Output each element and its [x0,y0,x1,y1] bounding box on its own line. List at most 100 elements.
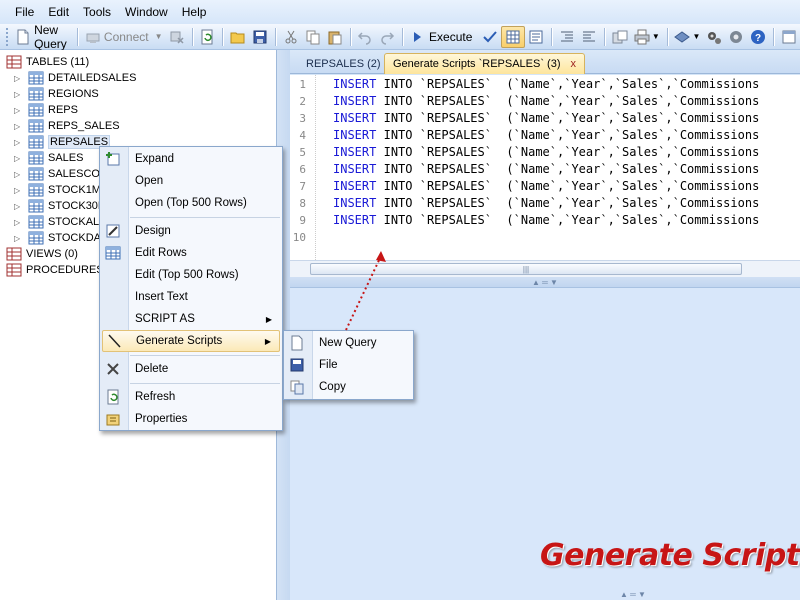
context-menu-item[interactable]: Edit (Top 500 Rows) [102,264,280,286]
context-menu-item[interactable]: Expand [102,148,280,170]
context-menu-item[interactable]: Delete [102,358,280,380]
indent-button[interactable] [556,26,578,48]
tree-node-table[interactable]: ▷ STOCKALL [14,214,105,230]
tree-node-table[interactable]: ▷ STOCK30M [14,198,107,214]
menu-item-label: Design [135,225,171,237]
menu-tools[interactable]: Tools [76,0,118,24]
context-menu-item[interactable]: Open (Top 500 Rows) [102,192,280,214]
options-button[interactable] [725,26,747,48]
refresh-toolbar-button[interactable] [196,26,218,48]
check-syntax-button[interactable] [479,26,501,48]
open-button[interactable] [227,26,249,48]
toolbar-separator [604,27,605,46]
toolbar-separator [773,27,775,46]
tree-node-table[interactable]: ▷ SALESCOU [14,166,108,182]
expand-arrow-icon[interactable]: ▷ [14,122,24,131]
menu-help[interactable]: Help [175,0,214,24]
tree-node-table[interactable]: ▷ REPS [14,102,78,118]
help-button[interactable]: ? [747,26,769,48]
tree-node-table[interactable]: ▷ DETAILEDSALES [14,70,136,86]
expand-arrow-icon[interactable]: ▷ [14,234,24,243]
tree-label-table: SALES [48,152,84,164]
tree-node-tables[interactable]: TABLES (11) [6,54,89,70]
tree-label-table: DETAILEDSALES [48,72,137,84]
bottom-splitter-grip[interactable]: ▲ ═ ▼ [620,590,646,599]
tree-node-table[interactable]: ▷ REPSALES [14,134,111,150]
expand-arrow-icon[interactable]: ▷ [14,106,24,115]
tree-node-table[interactable]: ▷ SALES [14,150,83,166]
schema-button[interactable]: ▼ [671,26,703,48]
print-dropdown-icon[interactable]: ▼ [652,32,660,41]
expand-arrow-icon[interactable]: ▷ [14,202,24,211]
editor-results-splitter[interactable]: ▲ ═ ▼ [290,277,800,287]
expand-arrow-icon[interactable]: ▷ [14,186,24,195]
tree-node-table[interactable]: ▷ STOCKDAT [14,230,107,246]
print-button[interactable]: ▼ [631,26,663,48]
menu-item-label: Open (Top 500 Rows) [135,197,247,209]
tab-generate-scripts[interactable]: Generate Scripts `REPSALES` (3) x [384,53,586,74]
tab-repsales[interactable]: REPSALES (2) [298,53,389,74]
context-menu-item[interactable]: Edit Rows [102,242,280,264]
text-results-icon [528,29,544,45]
expand-arrow-icon[interactable]: ▷ [14,74,24,83]
toolbar-grip[interactable] [6,27,9,46]
menu-item-label: Refresh [135,391,176,403]
line-number: 10 [292,231,306,244]
new-query-button[interactable]: New Query [12,22,73,51]
expand-arrow-icon[interactable]: ▷ [14,170,24,179]
undo-button[interactable] [354,26,376,48]
close-tab-icon[interactable]: x [571,58,577,70]
schema-dropdown-icon[interactable]: ▼ [692,32,700,41]
code-line: INSERT INTO `REPSALES` (`Name`,`Year`,`S… [333,128,759,142]
context-menu-item[interactable]: Open [102,170,280,192]
scrollbar-thumb[interactable]: ||| [310,263,742,275]
save-button[interactable] [249,26,271,48]
tree-node-views[interactable]: VIEWS (0) [6,246,78,262]
menu-file[interactable]: File [8,0,41,24]
menu-item-label: Open [135,175,164,187]
checkmark-icon [482,29,498,45]
tree-node-table[interactable]: ▷ REPS_SALES [14,118,120,134]
expand-arrow-icon[interactable]: ▷ [14,138,24,147]
expand-arrow-icon[interactable]: ▷ [14,218,24,227]
paste-button[interactable] [324,26,346,48]
new-query-label: New Query [34,22,67,51]
outdent-button[interactable] [578,26,600,48]
context-menu-item[interactable]: Properties [102,408,280,430]
connect-dropdown-icon[interactable]: ▼ [155,32,163,41]
connect-button[interactable]: Connect ▼ [82,26,166,48]
tree-node-procedures[interactable]: PROCEDURES [6,262,104,278]
context-menu-item[interactable]: SCRIPT AS ▶ [102,308,280,330]
context-menu-item[interactable]: Insert Text [102,286,280,308]
results-text-button[interactable] [525,26,547,48]
editor-horizontal-scrollbar[interactable]: ||| [290,260,800,277]
clipboard-icon [327,29,343,45]
connect-label: Connect [103,29,149,44]
context-menu-item[interactable]: Refresh [102,386,280,408]
execute-button[interactable]: Execute [407,26,475,48]
export-button[interactable] [609,26,631,48]
expand-icon [105,151,121,167]
disconnect-button[interactable] [166,26,188,48]
printer-icon [634,29,650,45]
tree-node-table[interactable]: ▷ STOCK1MI [14,182,104,198]
settings-button[interactable] [703,26,725,48]
submenu-item[interactable]: New Query [286,332,411,354]
context-menu-item[interactable]: Generate Scripts ▶ [102,330,280,352]
cut-button[interactable] [280,26,302,48]
redo-button[interactable] [376,26,398,48]
context-menu-item[interactable]: Design [102,220,280,242]
submenu-item[interactable]: File [286,354,411,376]
table-icon [28,151,44,165]
sql-editor[interactable]: 1 2 3 4 5 6 7 8 9 10 INSERT INTO `REPSALES` (`Name… [290,75,800,260]
results-grid-toggle[interactable] [501,25,526,48]
copy-button[interactable] [302,26,324,48]
tree-node-table[interactable]: ▷ REGIONS [14,86,99,102]
submenu-item[interactable]: Copy [286,376,411,398]
panel-toggle-button[interactable] [778,26,800,48]
menu-window[interactable]: Window [118,0,175,24]
expand-arrow-icon[interactable]: ▷ [14,90,24,99]
menu-edit[interactable]: Edit [41,0,76,24]
expand-arrow-icon[interactable]: ▷ [14,154,24,163]
toolbar-separator [402,27,404,46]
